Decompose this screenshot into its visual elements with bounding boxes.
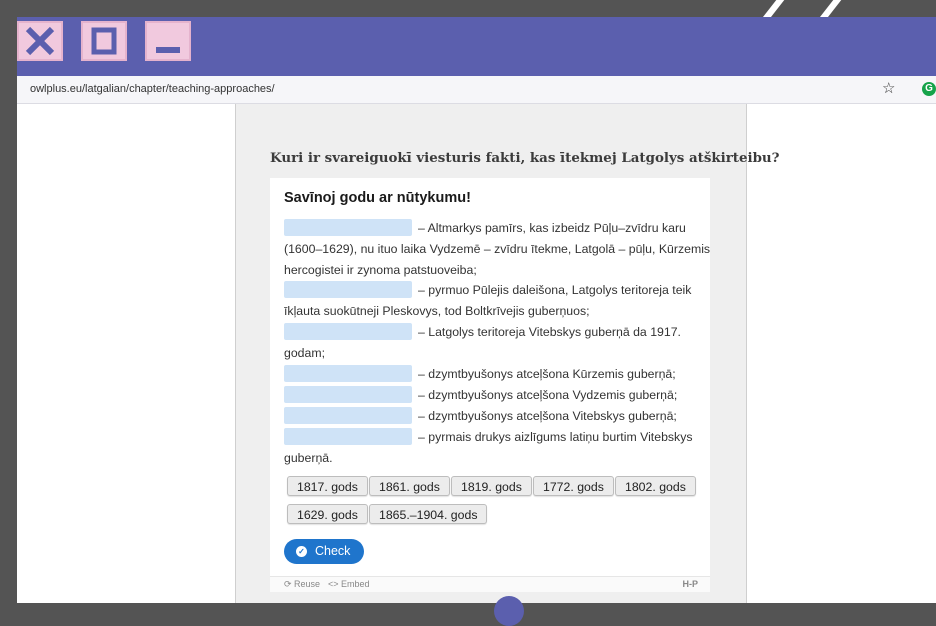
text-line: – pyrmais drukys aizlīgums latiņu burtim…: [284, 427, 693, 448]
close-button[interactable]: [17, 21, 63, 61]
drop-zone[interactable]: [284, 365, 412, 383]
minimize-bar-icon: [156, 47, 180, 53]
text-line: hercogistei ir zynoma patstuoveiba;: [284, 260, 477, 281]
drop-zone[interactable]: [284, 428, 412, 446]
line-text: – dzymtbyušonys atceļšona Vitebskys gube…: [418, 409, 677, 423]
line-text: – dzymtbyušonys atceļšona Vydzemis guber…: [418, 388, 678, 402]
address-bar[interactable]: owlplus.eu/latgalian/chapter/teaching-ap…: [17, 76, 936, 104]
draggable-option[interactable]: 1817. gods: [287, 476, 368, 496]
text-line: – pyrmuo Pūlejis daleišona, Latgolys ter…: [284, 280, 691, 301]
checkmark-icon: ✓: [296, 546, 307, 557]
text-line: guberņā.: [284, 448, 333, 469]
line-text: īkļauta suokūtneji Pleskovys, tod Boltkr…: [284, 304, 590, 318]
drop-zone[interactable]: [284, 386, 412, 404]
grammarly-icon[interactable]: G: [922, 82, 936, 96]
draggable-option[interactable]: 1861. gods: [369, 476, 450, 496]
drop-zone[interactable]: [284, 219, 412, 237]
line-text: (1600–1629), nu ituo laika Vydzemē – zvī…: [284, 242, 711, 256]
text-line: – dzymtbyušonys atceļšona Vydzemis guber…: [284, 385, 677, 406]
line-text: godam;: [284, 346, 326, 360]
minimize-button[interactable]: [145, 21, 191, 61]
check-button[interactable]: ✓ Check: [284, 539, 364, 564]
page-content: Kuri ir svareiguokī viesturis fakti, kas…: [17, 104, 936, 626]
task-title: Savīnoj godu ar nūtykumu!: [284, 190, 471, 206]
url-text[interactable]: owlplus.eu/latgalian/chapter/teaching-ap…: [30, 83, 275, 95]
draggable-option[interactable]: 1819. gods: [451, 476, 532, 496]
text-line: – dzymtbyušonys atceļšona Kūrzemis guber…: [284, 364, 676, 385]
h5p-logo: H-P: [682, 579, 699, 589]
star-icon[interactable]: ☆: [882, 80, 895, 98]
reuse-label: Reuse: [294, 579, 321, 589]
draggable-option[interactable]: 1772. gods: [533, 476, 614, 496]
activity-container: Kuri ir svareiguokī viesturis fakti, kas…: [235, 104, 780, 626]
text-line: – Altmarkys pamīrs, kas izbeidz Pūļu–zvī…: [284, 218, 686, 239]
line-text: – dzymtbyušonys atceļšona Kūrzemis guber…: [418, 367, 676, 381]
scroll-button[interactable]: [494, 596, 524, 626]
line-text: – Latgolys teritoreja Vitebskys guberņā …: [418, 325, 681, 339]
line-text: – pyrmuo Pūlejis daleišona, Latgolys ter…: [418, 283, 692, 297]
line-text: – pyrmais drukys aizlīgums latiņu burtim…: [418, 430, 693, 444]
draggable-option[interactable]: 1865.–1904. gods: [369, 504, 488, 524]
text-line: godam;: [284, 343, 325, 364]
text-line: – Latgolys teritoreja Vitebskys guberņā …: [284, 322, 681, 343]
text-line: (1600–1629), nu ituo laika Vydzemē – zvī…: [284, 239, 710, 260]
drop-zone[interactable]: [284, 323, 412, 341]
drag-text-card: Savīnoj godu ar nūtykumu! – Altmarkys pa…: [270, 178, 710, 592]
text-line: īkļauta suokūtneji Pleskovys, tod Boltkr…: [284, 301, 590, 322]
check-label: Check: [315, 544, 351, 558]
drop-zone[interactable]: [284, 407, 412, 425]
draggable-option[interactable]: 1802. gods: [615, 476, 696, 496]
activity-footer: ⟳ Reuse <> Embed H-P: [270, 576, 710, 592]
reuse-link[interactable]: ⟳ Reuse: [284, 577, 320, 592]
line-text: hercogistei ir zynoma patstuoveiba;: [284, 263, 477, 277]
text-line: – dzymtbyušonys atceļšona Vitebskys gube…: [284, 406, 677, 427]
close-x-icon: [25, 26, 55, 56]
question-heading: Kuri ir svareiguokī viesturis fakti, kas…: [270, 150, 780, 166]
embed-label: Embed: [341, 579, 370, 589]
line-text: – Altmarkys pamīrs, kas izbeidz Pūļu–zvī…: [418, 221, 686, 235]
embed-link[interactable]: <> Embed: [328, 577, 370, 592]
maximize-button[interactable]: [81, 21, 127, 61]
draggable-option[interactable]: 1629. gods: [287, 504, 368, 524]
drop-zone[interactable]: [284, 281, 412, 299]
maximize-square-icon: [91, 27, 117, 55]
line-text: guberņā.: [284, 451, 333, 465]
